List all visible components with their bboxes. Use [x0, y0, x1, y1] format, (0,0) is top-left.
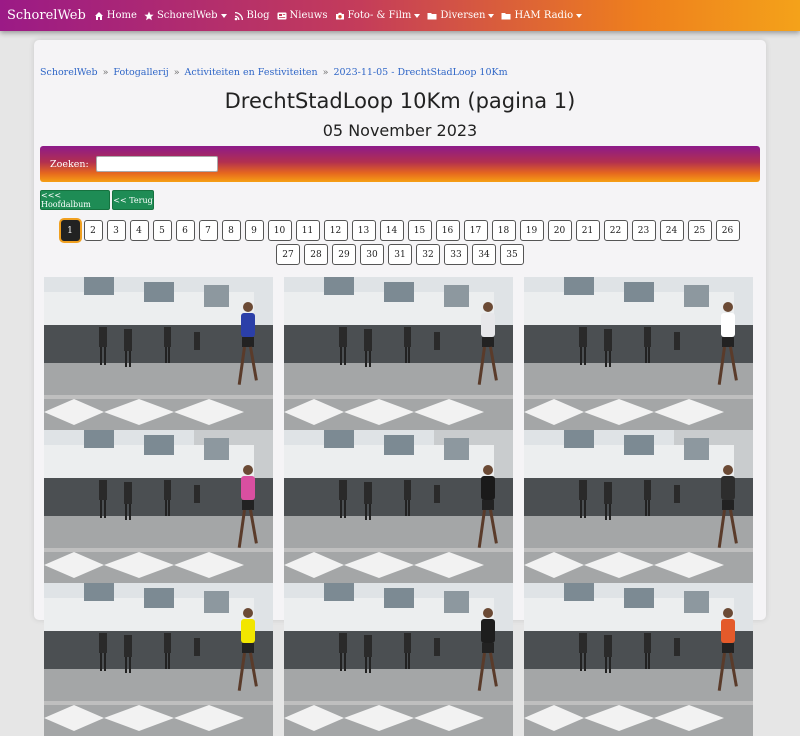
breadcrumb-album[interactable]: 2023-11-05 - DrechtStadLoop 10Km	[333, 67, 507, 78]
star-icon	[144, 11, 154, 20]
nav-schorelweb-label: SchorelWeb	[156, 10, 218, 21]
page-button-3[interactable]: 3	[106, 220, 126, 241]
page-button-16[interactable]: 16	[435, 220, 460, 241]
page-button-6[interactable]: 6	[175, 220, 195, 241]
page-button-28[interactable]: 28	[304, 244, 328, 265]
folder-icon	[501, 12, 511, 19]
breadcrumb-schorelweb[interactable]: SchorelWeb	[40, 67, 98, 78]
chevron-down-icon	[414, 13, 421, 18]
gallery-photo[interactable]	[44, 277, 273, 430]
nav-ham-radio-label: HAM Radio	[514, 10, 574, 21]
nav-diversen-label: Diversen	[440, 10, 486, 21]
nav-foto-film-label: Foto- & Film	[347, 10, 412, 21]
search-bar: Zoeken:	[40, 146, 760, 182]
gallery-photo[interactable]	[284, 277, 513, 430]
nav-blog[interactable]: Blog	[234, 10, 270, 21]
page-button-27[interactable]: 27	[276, 244, 300, 265]
page-button-20[interactable]: 20	[547, 220, 572, 241]
page-title: DrechtStadLoop 10Km (pagina 1)	[224, 89, 576, 113]
page-button-26[interactable]: 26	[715, 220, 740, 241]
breadcrumb: SchorelWeb » Fotogallerij » Activiteiten en …	[40, 67, 508, 78]
newspaper-icon	[277, 12, 286, 19]
page-button-15[interactable]: 15	[407, 220, 432, 241]
page-button-18[interactable]: 18	[491, 220, 516, 241]
breadcrumb-activiteiten[interactable]: Activiteiten en Festiviteiten	[185, 67, 318, 78]
breadcrumb-separator: »	[102, 67, 109, 78]
breadcrumb-separator: »	[173, 67, 180, 78]
page-button-12[interactable]: 12	[323, 220, 348, 241]
folder-icon	[427, 12, 437, 19]
back-button[interactable]: << Terug	[112, 190, 154, 210]
search-input[interactable]	[95, 156, 218, 172]
gallery-photo[interactable]	[44, 430, 273, 583]
page-button-2[interactable]: 2	[83, 220, 103, 241]
brand-link[interactable]: SchorelWeb	[7, 8, 86, 23]
gallery-photo[interactable]	[284, 583, 513, 736]
page-button-14[interactable]: 14	[379, 220, 404, 241]
nav-schorelweb[interactable]: SchorelWeb	[144, 10, 227, 21]
page-button-4[interactable]: 4	[129, 220, 149, 241]
nav-ham-radio[interactable]: HAM Radio	[501, 10, 583, 21]
album-date: 05 November 2023	[322, 121, 478, 140]
gallery-photo[interactable]	[524, 583, 753, 736]
page-button-33[interactable]: 33	[444, 244, 468, 265]
nav-home[interactable]: Home	[94, 10, 137, 21]
chevron-down-icon	[576, 13, 583, 18]
page-button-30[interactable]: 30	[360, 244, 384, 265]
page-button-10[interactable]: 10	[267, 220, 292, 241]
page-button-23[interactable]: 23	[631, 220, 656, 241]
page-button-21[interactable]: 21	[575, 220, 600, 241]
home-icon	[94, 11, 103, 20]
search-label: Zoeken:	[50, 158, 89, 170]
page-button-29[interactable]: 29	[332, 244, 356, 265]
nav-nieuws-label: Nieuws	[289, 10, 328, 21]
page-button-13[interactable]: 13	[351, 220, 376, 241]
pagination: 1 2 3 4 5 6 7 8 9 10 11 12 13 14 15 16 17 18 19 20 21 22 23 24 2…	[48, 220, 752, 268]
page-button-8[interactable]: 8	[221, 220, 241, 241]
breadcrumb-separator: »	[322, 67, 329, 78]
gallery-photo[interactable]	[524, 430, 753, 583]
page-button-7[interactable]: 7	[198, 220, 218, 241]
breadcrumb-fotogallerij[interactable]: Fotogallerij	[113, 67, 168, 78]
nav-nieuws[interactable]: Nieuws	[277, 10, 328, 21]
page-button-22[interactable]: 22	[603, 220, 628, 241]
nav-blog-label: Blog	[246, 10, 270, 21]
main-album-button[interactable]: <<< Hoofdalbum	[40, 190, 110, 210]
page-button-1[interactable]: 1	[60, 220, 80, 241]
page-button-17[interactable]: 17	[463, 220, 488, 241]
page-button-25[interactable]: 25	[687, 220, 712, 241]
page-button-24[interactable]: 24	[659, 220, 684, 241]
page-button-11[interactable]: 11	[295, 220, 320, 241]
page-button-31[interactable]: 31	[388, 244, 412, 265]
nav-home-label: Home	[106, 10, 137, 21]
page-button-32[interactable]: 32	[416, 244, 440, 265]
top-navbar: SchorelWeb Home SchorelWeb Blog Nieuws F…	[0, 0, 800, 31]
camera-icon	[335, 12, 344, 19]
page-button-9[interactable]: 9	[244, 220, 264, 241]
gallery-photo[interactable]	[44, 583, 273, 736]
nav-foto-film[interactable]: Foto- & Film	[335, 10, 421, 21]
page-button-35[interactable]: 35	[500, 244, 524, 265]
gallery-photo[interactable]	[524, 277, 753, 430]
rss-icon	[234, 11, 243, 20]
gallery-photo[interactable]	[284, 430, 513, 583]
chevron-down-icon	[220, 13, 227, 18]
page-button-19[interactable]: 19	[519, 220, 544, 241]
page-button-34[interactable]: 34	[472, 244, 496, 265]
page-button-5[interactable]: 5	[152, 220, 172, 241]
nav-diversen[interactable]: Diversen	[427, 10, 495, 21]
chevron-down-icon	[488, 13, 495, 18]
